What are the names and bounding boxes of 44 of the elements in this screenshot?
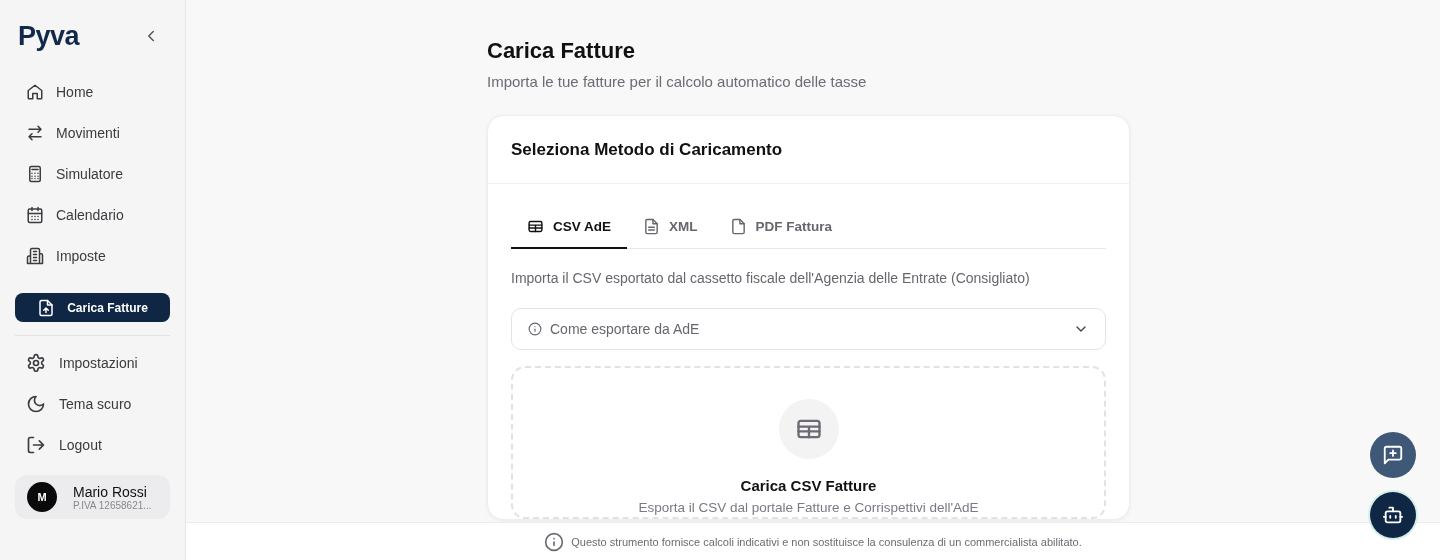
nav-item[interactable]: Imposte bbox=[15, 235, 170, 276]
drop-text: Esporta il CSV dal portale Fatture e Corrispettivi dell'AdE bbox=[638, 500, 979, 516]
nav-item[interactable]: Calendario bbox=[15, 194, 170, 235]
building-icon bbox=[26, 246, 44, 265]
message-plus-icon bbox=[1382, 444, 1404, 466]
logo[interactable]: Pyva bbox=[18, 20, 80, 52]
logout-icon bbox=[26, 434, 46, 455]
user-name: Mario Rossi bbox=[73, 483, 148, 500]
robot-icon bbox=[1382, 504, 1404, 526]
menu-item[interactable]: Logout bbox=[15, 424, 170, 465]
home-icon bbox=[26, 82, 44, 101]
table-icon bbox=[527, 218, 544, 235]
arrows-icon bbox=[26, 123, 44, 142]
drop-zone[interactable]: Carica CSV Fatture Esporta il CSV dal portale Fatture e Corrispettivi dell'AdE bbox=[511, 366, 1106, 519]
calendar-icon bbox=[26, 205, 44, 224]
page-title: Carica Fatture bbox=[487, 38, 636, 64]
avatar: M bbox=[27, 482, 57, 512]
method-description: Importa il CSV esportato dal cassetto fiscale dell'Agenzia delle Entrate (Consigliato) bbox=[511, 270, 1031, 286]
assistant-button[interactable] bbox=[1370, 492, 1416, 538]
tab[interactable]: PDF Fattura bbox=[713, 206, 849, 249]
nav-item[interactable]: Home bbox=[15, 71, 170, 112]
tab[interactable]: XML bbox=[627, 206, 714, 249]
page-subtitle: Importa le tue fatture per il calcolo automatico delle tasse bbox=[487, 73, 868, 90]
settings-icon bbox=[26, 352, 46, 373]
info-icon bbox=[528, 322, 542, 336]
moon-icon bbox=[26, 393, 46, 414]
disclaimer-text: Questo strumento fornisce calcoli indicativi e non sostituisce la consulenza di un commercialista abilitato. bbox=[571, 535, 1082, 548]
vat-number: P.IVA 12658621... bbox=[73, 499, 152, 511]
menu-item[interactable]: Tema scuro bbox=[15, 383, 170, 424]
calculator-icon bbox=[26, 164, 44, 183]
file-icon bbox=[729, 218, 747, 235]
tab[interactable]: CSV AdE bbox=[511, 206, 627, 249]
accordion-header[interactable]: Come esportare da AdE bbox=[511, 308, 1106, 350]
menu-item[interactable]: Impostazioni bbox=[15, 342, 170, 383]
document-icon bbox=[643, 218, 660, 235]
nav-item[interactable]: Carica Fatture bbox=[15, 293, 170, 322]
nav-item[interactable]: Movimenti bbox=[15, 112, 170, 153]
info-icon bbox=[544, 531, 565, 552]
file-upload-icon bbox=[37, 298, 56, 317]
user-card[interactable]: M Mario Rossi P.IVA 12658621... bbox=[15, 475, 170, 519]
feedback-button[interactable] bbox=[1370, 432, 1416, 478]
nav-item[interactable]: Simulatore bbox=[15, 153, 170, 194]
card-title: Seleziona Metodo di Caricamento bbox=[511, 140, 784, 160]
drop-title: Carica CSV Fatture bbox=[740, 477, 877, 494]
